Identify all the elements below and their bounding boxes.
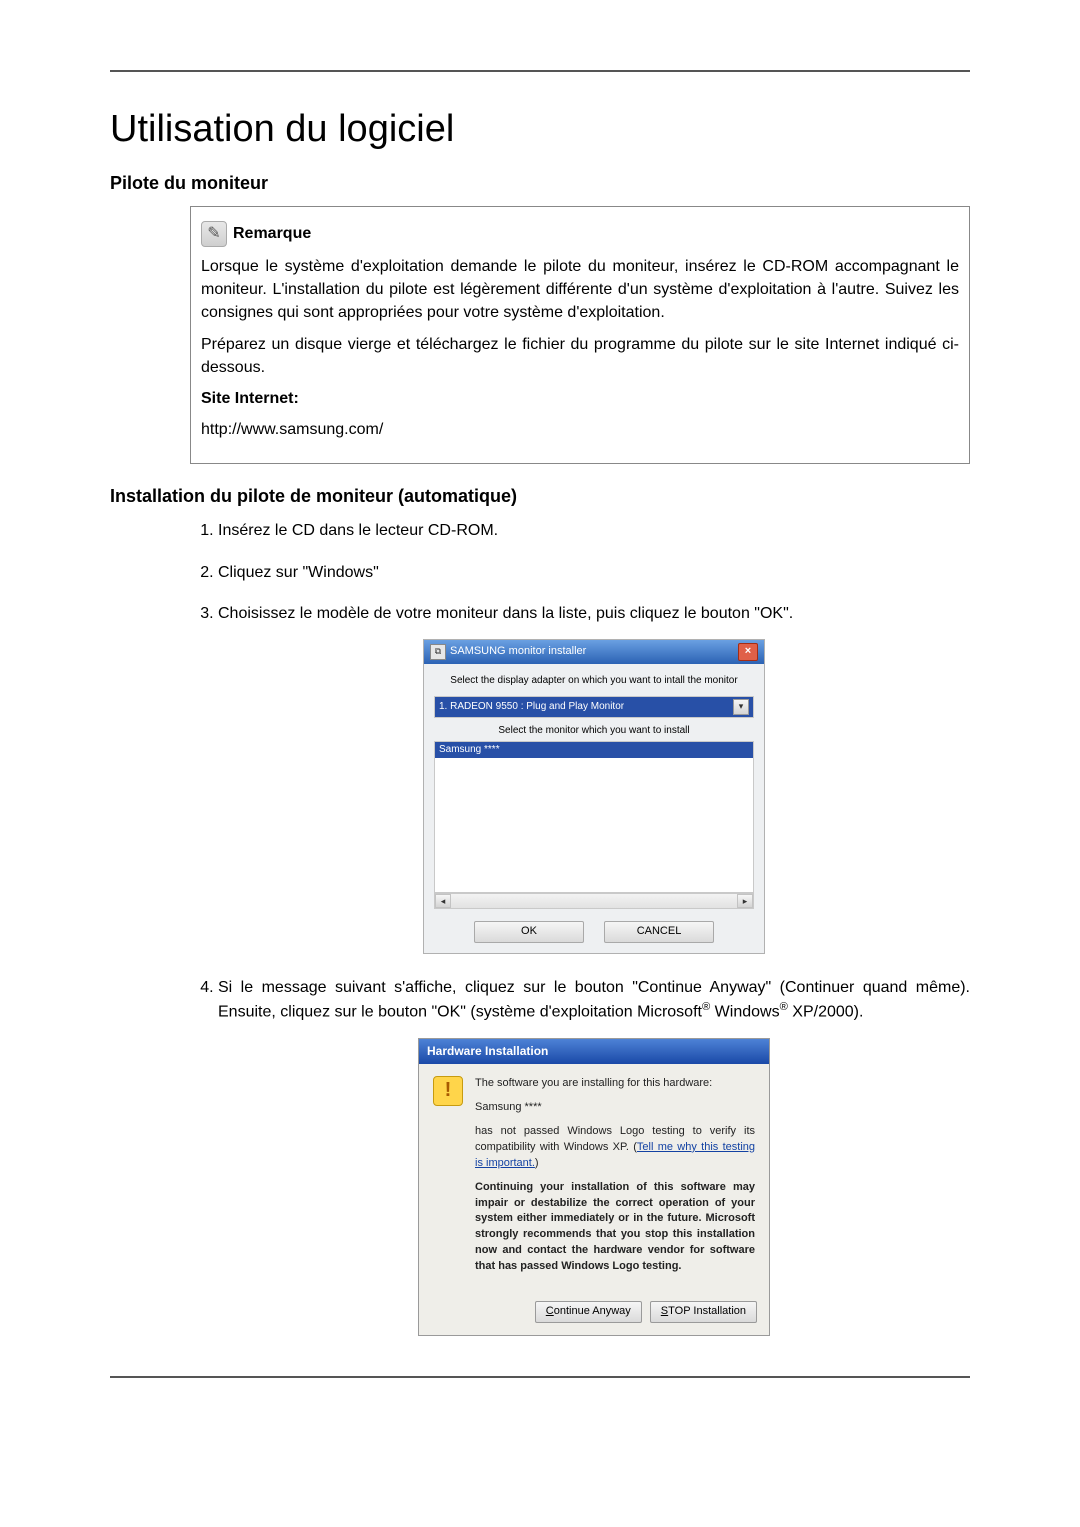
hardware-installation-dialog: Hardware Installation ! The software you… xyxy=(418,1038,770,1337)
installer-cancel-button[interactable]: CANCEL xyxy=(604,921,714,943)
step-4: Si le message suivant s'affiche, cliquez… xyxy=(218,976,970,1336)
scroll-right-icon[interactable]: ▸ xyxy=(737,894,753,908)
note-paragraph-1: Lorsque le système d'exploitation demand… xyxy=(201,255,959,325)
installer-adapter-value: 1. RADEON 9550 : Plug and Play Monitor xyxy=(439,700,624,715)
installer-adapter-label: Select the display adapter on which you … xyxy=(434,674,754,689)
hw-warning-paragraph: Continuing your installation of this sof… xyxy=(475,1180,755,1276)
scroll-left-icon[interactable]: ◂ xyxy=(435,894,451,908)
installer-adapter-select[interactable]: 1. RADEON 9550 : Plug and Play Monitor ▾ xyxy=(434,696,754,718)
step-3: Choisissez le modèle de votre moniteur d… xyxy=(218,602,970,954)
step-4-text-b: Windows xyxy=(710,1003,779,1020)
registered-mark-2: ® xyxy=(780,1001,788,1013)
step-3-text: Choisissez le modèle de votre moniteur d… xyxy=(218,605,793,622)
note-icon: ✎ xyxy=(201,221,227,247)
document-page: Utilisation du logiciel Pilote du monite… xyxy=(0,0,1080,1527)
hw-line-3b: ) xyxy=(535,1157,539,1169)
page-title: Utilisation du logiciel xyxy=(110,108,970,151)
installer-title: SAMSUNG monitor installer xyxy=(450,644,586,660)
installer-horizontal-scrollbar[interactable]: ◂ ▸ xyxy=(434,893,754,909)
close-icon[interactable]: × xyxy=(738,643,758,661)
installer-monitor-list[interactable]: Samsung **** xyxy=(434,741,754,893)
site-internet-url: http://www.samsung.com/ xyxy=(201,418,959,441)
remark-box: ✎ Remarque Lorsque le système d'exploita… xyxy=(190,206,970,464)
hw-line-1: The software you are installing for this… xyxy=(475,1076,755,1092)
installer-app-icon: ⧉ xyxy=(430,644,446,660)
note-paragraph-2: Préparez un disque vierge et téléchargez… xyxy=(201,333,959,379)
installer-monitor-label: Select the monitor which you want to ins… xyxy=(434,724,754,739)
step-2: Cliquez sur "Windows" xyxy=(218,561,970,584)
site-internet-label: Site Internet: xyxy=(201,387,959,410)
continue-anyway-button[interactable]: Continue Anyway xyxy=(535,1301,642,1323)
stop-installation-button[interactable]: STOP Installation xyxy=(650,1301,757,1323)
chevron-down-icon[interactable]: ▾ xyxy=(733,699,749,715)
hw-line-3: has not passed Windows Logo testing to v… xyxy=(475,1124,755,1172)
samsung-installer-dialog: ⧉ SAMSUNG monitor installer × Select the… xyxy=(423,639,765,954)
step-4-text-c: XP/2000). xyxy=(788,1003,864,1020)
install-steps: Insérez le CD dans le lecteur CD-ROM. Cl… xyxy=(190,519,970,1336)
top-divider xyxy=(110,70,970,72)
section-driver-heading: Pilote du moniteur xyxy=(110,173,970,194)
installer-monitor-item-selected[interactable]: Samsung **** xyxy=(435,742,753,759)
hw-titlebar: Hardware Installation xyxy=(419,1039,769,1064)
bottom-divider xyxy=(110,1376,970,1378)
installer-ok-button[interactable]: OK xyxy=(474,921,584,943)
section-install-heading: Installation du pilote de moniteur (auto… xyxy=(110,486,970,507)
installer-titlebar: ⧉ SAMSUNG monitor installer × xyxy=(424,640,764,664)
registered-mark-1: ® xyxy=(702,1001,710,1013)
step-1: Insérez le CD dans le lecteur CD-ROM. xyxy=(218,519,970,542)
hw-line-2: Samsung **** xyxy=(475,1100,755,1116)
warning-icon: ! xyxy=(433,1076,463,1106)
note-title: Remarque xyxy=(233,222,311,245)
